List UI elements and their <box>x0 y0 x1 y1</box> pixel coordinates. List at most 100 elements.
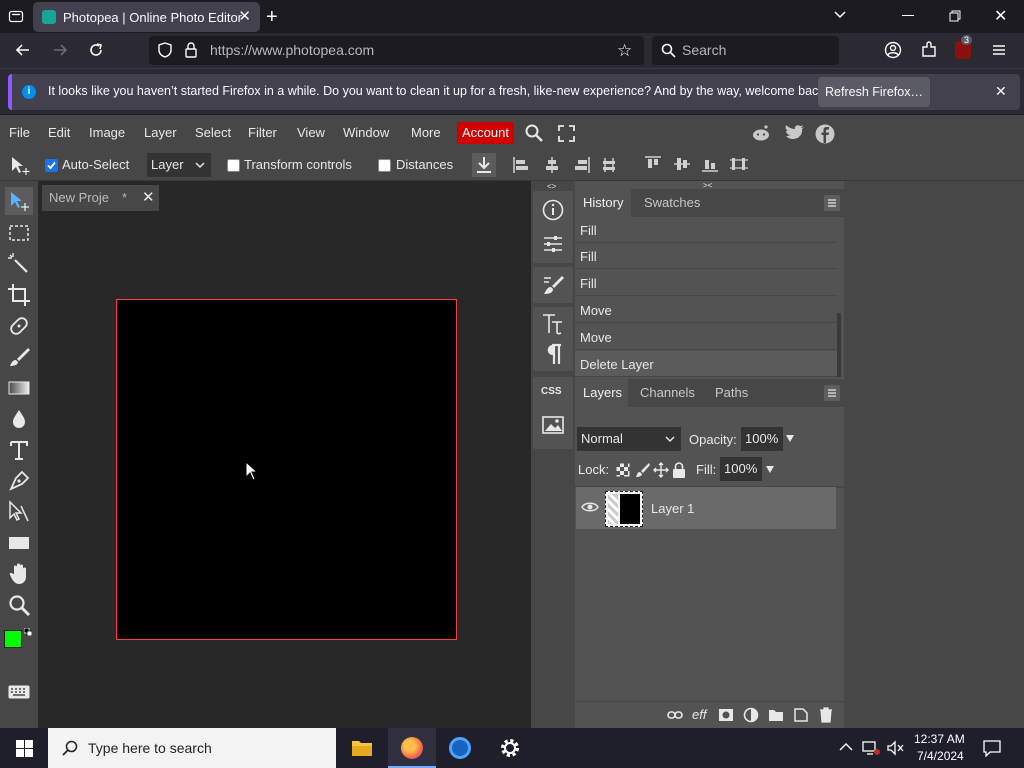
type-tool-icon[interactable] <box>7 438 31 462</box>
close-document-icon[interactable]: ✕ <box>142 188 155 206</box>
history-item-current[interactable]: Delete Layer <box>575 351 837 377</box>
opacity-input[interactable]: 100% <box>741 427 783 451</box>
forward-icon[interactable] <box>52 42 68 58</box>
back-icon[interactable] <box>15 42 31 58</box>
pen-tool-icon[interactable] <box>7 469 31 493</box>
chevron-up-icon[interactable] <box>839 742 853 752</box>
browser-app-icon[interactable] <box>449 737 471 759</box>
blend-mode-dropdown[interactable]: Normal <box>577 427 681 451</box>
lock-icon[interactable] <box>184 42 198 58</box>
history-item[interactable]: Move <box>575 297 837 323</box>
marquee-tool-icon[interactable] <box>7 221 31 245</box>
chevron-down-icon[interactable] <box>833 8 847 22</box>
menu-select[interactable]: Select <box>195 125 231 140</box>
brush-tool-icon[interactable] <box>7 345 31 369</box>
windows-start-icon[interactable] <box>16 740 33 757</box>
link-layers-icon[interactable] <box>667 709 683 721</box>
default-colors-icon[interactable] <box>24 628 32 636</box>
new-tab-icon[interactable]: + <box>266 6 278 29</box>
ublock-extension-icon[interactable]: 3 <box>955 35 973 59</box>
css-icon[interactable]: CSS <box>541 386 562 397</box>
close-window-icon[interactable]: ✕ <box>994 6 1007 26</box>
move-tool-icon[interactable] <box>10 156 32 176</box>
align-middle-icon[interactable] <box>673 155 691 173</box>
file-explorer-icon[interactable] <box>351 738 373 758</box>
history-item[interactable]: Fill <box>575 243 837 269</box>
document-tab[interactable]: New Proje * ✕ <box>42 185 159 211</box>
fill-input[interactable]: 100% <box>720 457 762 481</box>
auto-select-checkbox[interactable] <box>45 159 58 172</box>
taskbar-date[interactable]: 7/4/2024 <box>917 749 964 763</box>
gradient-tool-icon[interactable] <box>7 376 31 400</box>
add-mask-icon[interactable] <box>718 708 734 722</box>
search-icon[interactable] <box>525 124 543 142</box>
account-icon[interactable] <box>884 41 902 59</box>
lock-all-icon[interactable] <box>672 462 686 478</box>
new-group-icon[interactable] <box>768 708 784 722</box>
taskbar-search-box[interactable]: Type here to search <box>48 728 336 768</box>
reload-icon[interactable] <box>88 42 104 58</box>
hand-tool-icon[interactable] <box>7 562 31 586</box>
layer-effects-button[interactable]: eff <box>692 707 706 722</box>
close-notification-icon[interactable]: ✕ <box>995 83 1007 100</box>
menu-file[interactable]: File <box>9 125 30 140</box>
history-item[interactable]: Move <box>575 324 837 350</box>
shield-icon[interactable] <box>157 42 173 58</box>
character-icon[interactable] <box>542 312 564 336</box>
account-button[interactable]: Account <box>457 122 514 144</box>
lock-position-icon[interactable] <box>653 462 669 478</box>
menu-image[interactable]: Image <box>89 125 125 140</box>
blur-tool-icon[interactable] <box>7 407 31 431</box>
history-panel-menu-icon[interactable] <box>824 195 840 211</box>
distribute-vertical-icon[interactable] <box>728 157 750 171</box>
opacity-dropdown-arrow-icon[interactable] <box>785 433 795 443</box>
image-icon[interactable] <box>542 415 564 435</box>
web-search-box[interactable]: Search <box>652 36 839 65</box>
tab-paths[interactable]: Paths <box>715 385 748 400</box>
zoom-tool-icon[interactable] <box>7 593 31 617</box>
align-center-icon[interactable] <box>543 156 561 174</box>
healing-brush-tool-icon[interactable] <box>7 314 31 338</box>
delete-layer-icon[interactable] <box>818 707 834 723</box>
bookmark-star-icon[interactable]: ☆ <box>617 41 632 61</box>
lock-transparency-icon[interactable] <box>616 463 630 477</box>
adjustment-layer-icon[interactable] <box>743 707 759 723</box>
rectangle-tool-icon[interactable] <box>7 531 31 555</box>
notifications-icon[interactable] <box>983 739 1001 757</box>
taskbar-time[interactable]: 12:37 AM <box>914 732 965 746</box>
align-bottom-icon[interactable] <box>701 155 719 173</box>
refresh-firefox-button[interactable]: Refresh Firefox… <box>818 77 930 107</box>
history-item[interactable]: Fill <box>575 217 837 243</box>
document-canvas[interactable] <box>116 299 457 640</box>
url-text[interactable]: https://www.photopea.com <box>210 42 374 58</box>
reddit-icon[interactable] <box>751 124 771 142</box>
network-icon[interactable] <box>862 740 880 756</box>
firefox-taskbar-button[interactable] <box>388 728 436 768</box>
canvas-area[interactable]: New Proje * ✕ <box>38 181 531 728</box>
path-selection-tool-icon[interactable] <box>7 500 31 524</box>
tab-layers[interactable]: Layers <box>583 385 622 400</box>
distances-checkbox[interactable] <box>378 159 391 172</box>
layers-panel-menu-icon[interactable] <box>824 385 840 401</box>
paragraph-icon[interactable] <box>543 343 563 365</box>
transform-controls-checkbox[interactable] <box>227 159 240 172</box>
align-right-icon[interactable] <box>573 156 591 174</box>
twitter-icon[interactable] <box>785 125 805 141</box>
tab-history[interactable]: History <box>583 195 623 210</box>
crop-tool-icon[interactable] <box>7 283 31 307</box>
new-layer-icon[interactable] <box>793 707 809 723</box>
menu-filter[interactable]: Filter <box>248 125 277 140</box>
fullscreen-icon[interactable] <box>558 125 575 142</box>
hamburger-menu-icon[interactable] <box>992 43 1006 57</box>
tab-channels[interactable]: Channels <box>640 385 695 400</box>
move-tool-button[interactable] <box>5 187 33 215</box>
adjustments-icon[interactable] <box>542 233 564 255</box>
extensions-icon[interactable] <box>920 41 938 59</box>
volume-muted-icon[interactable] <box>886 740 904 756</box>
menu-view[interactable]: View <box>297 125 325 140</box>
restore-icon[interactable] <box>949 10 961 22</box>
align-top-icon[interactable] <box>644 155 662 173</box>
tab-swatches[interactable]: Swatches <box>644 195 700 210</box>
brush-settings-icon[interactable] <box>542 274 564 296</box>
align-left-icon[interactable] <box>512 156 530 174</box>
